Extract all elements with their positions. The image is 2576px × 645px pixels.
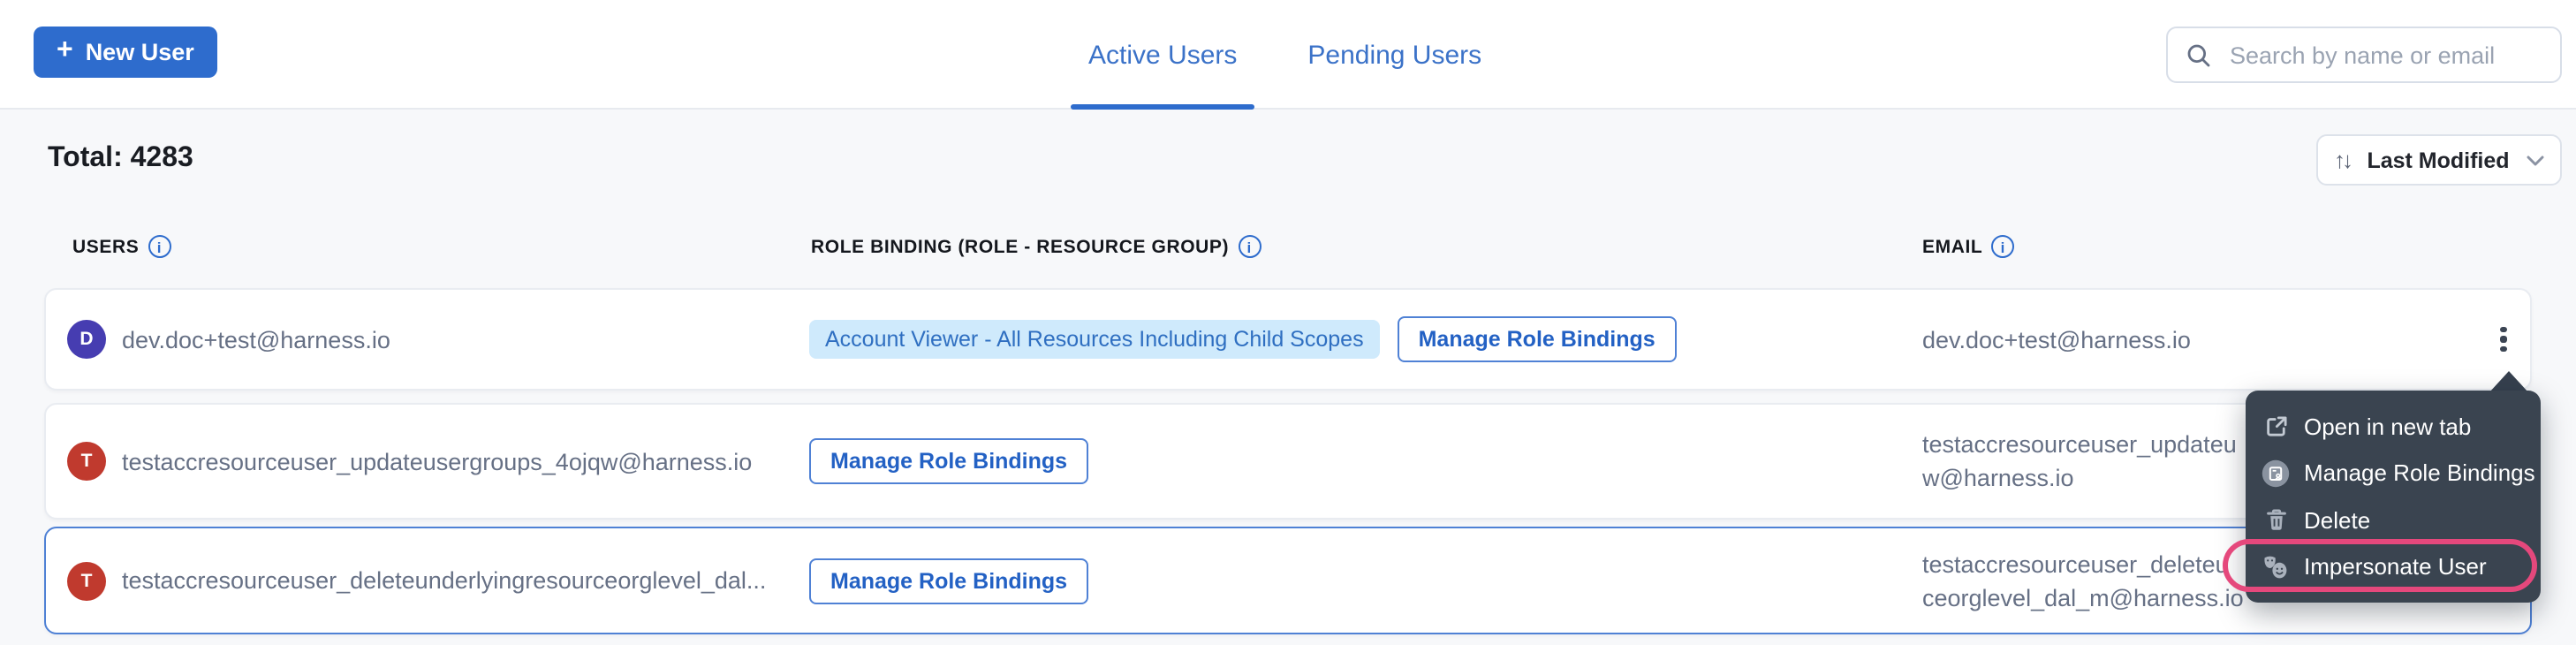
user-cell: T testaccresourceuser_updateusergroups_4…	[67, 405, 752, 518]
manage-role-bindings-button[interactable]: Manage Role Bindings	[1398, 316, 1677, 362]
menu-item-delete[interactable]: Delete	[2246, 497, 2541, 543]
info-icon[interactable]: i	[1238, 235, 1261, 258]
avatar: T	[67, 442, 106, 481]
table-row-selected[interactable]: T testaccresourceuser_deleteunderlyingre…	[44, 527, 2532, 634]
email-value: dev.doc+test@harness.io	[1922, 322, 2191, 356]
menu-item-impersonate-user[interactable]: Impersonate User	[2246, 543, 2541, 590]
menu-item-open-in-new-tab[interactable]: Open in new tab	[2246, 403, 2541, 450]
role-binding-badge: Account Viewer - All Resources Including…	[809, 320, 1380, 359]
email-value: w@harness.io	[1922, 461, 2074, 495]
email-value: testaccresourceuser_deleteu	[1922, 547, 2229, 580]
search-input[interactable]	[2226, 40, 2542, 70]
email-value: ceorglevel_dal_m@harness.io	[1922, 580, 2244, 614]
external-link-icon	[2262, 413, 2290, 441]
manage-role-bindings-button[interactable]: Manage Role Bindings	[809, 558, 1088, 603]
total-count: Total: 4283	[48, 143, 193, 175]
user-management-page: + New User Active Users Pending Users To…	[0, 0, 2576, 645]
tab-active-users[interactable]: Active Users	[1071, 0, 1254, 110]
manage-role-bindings-button[interactable]: Manage Role Bindings	[809, 438, 1088, 484]
chevron-down-icon	[2527, 155, 2544, 165]
info-icon[interactable]: i	[1991, 235, 2014, 258]
role-binding-cell: Manage Role Bindings	[809, 528, 1088, 633]
search-box[interactable]	[2166, 27, 2562, 83]
column-header-email: EMAIL i	[1922, 235, 2014, 258]
menu-item-label: Impersonate User	[2304, 554, 2487, 580]
menu-item-manage-role-bindings[interactable]: Manage Role Bindings	[2246, 450, 2541, 497]
plus-icon: +	[57, 37, 73, 65]
topbar: + New User Active Users Pending Users	[0, 0, 2576, 110]
tabs: Active Users Pending Users	[1071, 0, 1499, 110]
column-header-users-label: USERS	[72, 236, 139, 257]
avatar: T	[67, 561, 106, 600]
table-row[interactable]: T testaccresourceuser_updateusergroups_4…	[44, 403, 2532, 520]
new-user-label: New User	[86, 39, 194, 65]
menu-item-label: Delete	[2304, 507, 2370, 534]
tab-pending-users[interactable]: Pending Users	[1290, 0, 1499, 110]
trash-icon	[2262, 506, 2290, 535]
table-row[interactable]: D dev.doc+test@harness.io Account Viewer…	[44, 288, 2532, 391]
context-menu: Open in new tab Manage Role Bindings	[2246, 391, 2541, 603]
user-cell: D dev.doc+test@harness.io	[67, 290, 390, 389]
new-user-button[interactable]: + New User	[34, 27, 217, 78]
info-icon[interactable]: i	[148, 235, 170, 258]
menu-item-label: Manage Role Bindings	[2304, 460, 2535, 487]
role-bindings-icon	[2262, 459, 2290, 488]
column-header-users: USERS i	[72, 235, 170, 258]
user-name: testaccresourceuser_deleteunderlyingreso…	[122, 567, 766, 594]
row-menu-kebab-icon[interactable]	[2488, 318, 2519, 360]
email-cell: testaccresourceuser_deleteu ceorglevel_d…	[1922, 528, 2244, 633]
column-header-role-binding: ROLE BINDING (ROLE - RESOURCE GROUP) i	[811, 235, 1261, 258]
user-name: dev.doc+test@harness.io	[122, 326, 390, 353]
role-binding-cell: Manage Role Bindings	[809, 405, 1088, 518]
email-cell: testaccresourceuser_updateu w@harness.io	[1922, 405, 2237, 518]
sort-dropdown[interactable]: ↑↓ Last Modified	[2316, 134, 2562, 186]
search-icon	[2186, 42, 2212, 68]
avatar: D	[67, 320, 106, 359]
column-header-role-binding-label: ROLE BINDING (ROLE - RESOURCE GROUP)	[811, 236, 1229, 257]
column-header-email-label: EMAIL	[1922, 236, 1982, 257]
sort-label: Last Modified	[2362, 148, 2514, 172]
sort-arrows-icon: ↑↓	[2334, 147, 2350, 173]
menu-item-label: Open in new tab	[2304, 414, 2471, 440]
user-cell: T testaccresourceuser_deleteunderlyingre…	[67, 528, 766, 633]
user-name: testaccresourceuser_updateusergroups_4oj…	[122, 448, 752, 474]
role-binding-cell: Account Viewer - All Resources Including…	[809, 290, 1677, 389]
email-cell: dev.doc+test@harness.io	[1922, 290, 2191, 389]
email-value: testaccresourceuser_updateu	[1922, 428, 2237, 461]
context-menu-caret	[2489, 371, 2528, 392]
masks-icon	[2262, 553, 2290, 581]
